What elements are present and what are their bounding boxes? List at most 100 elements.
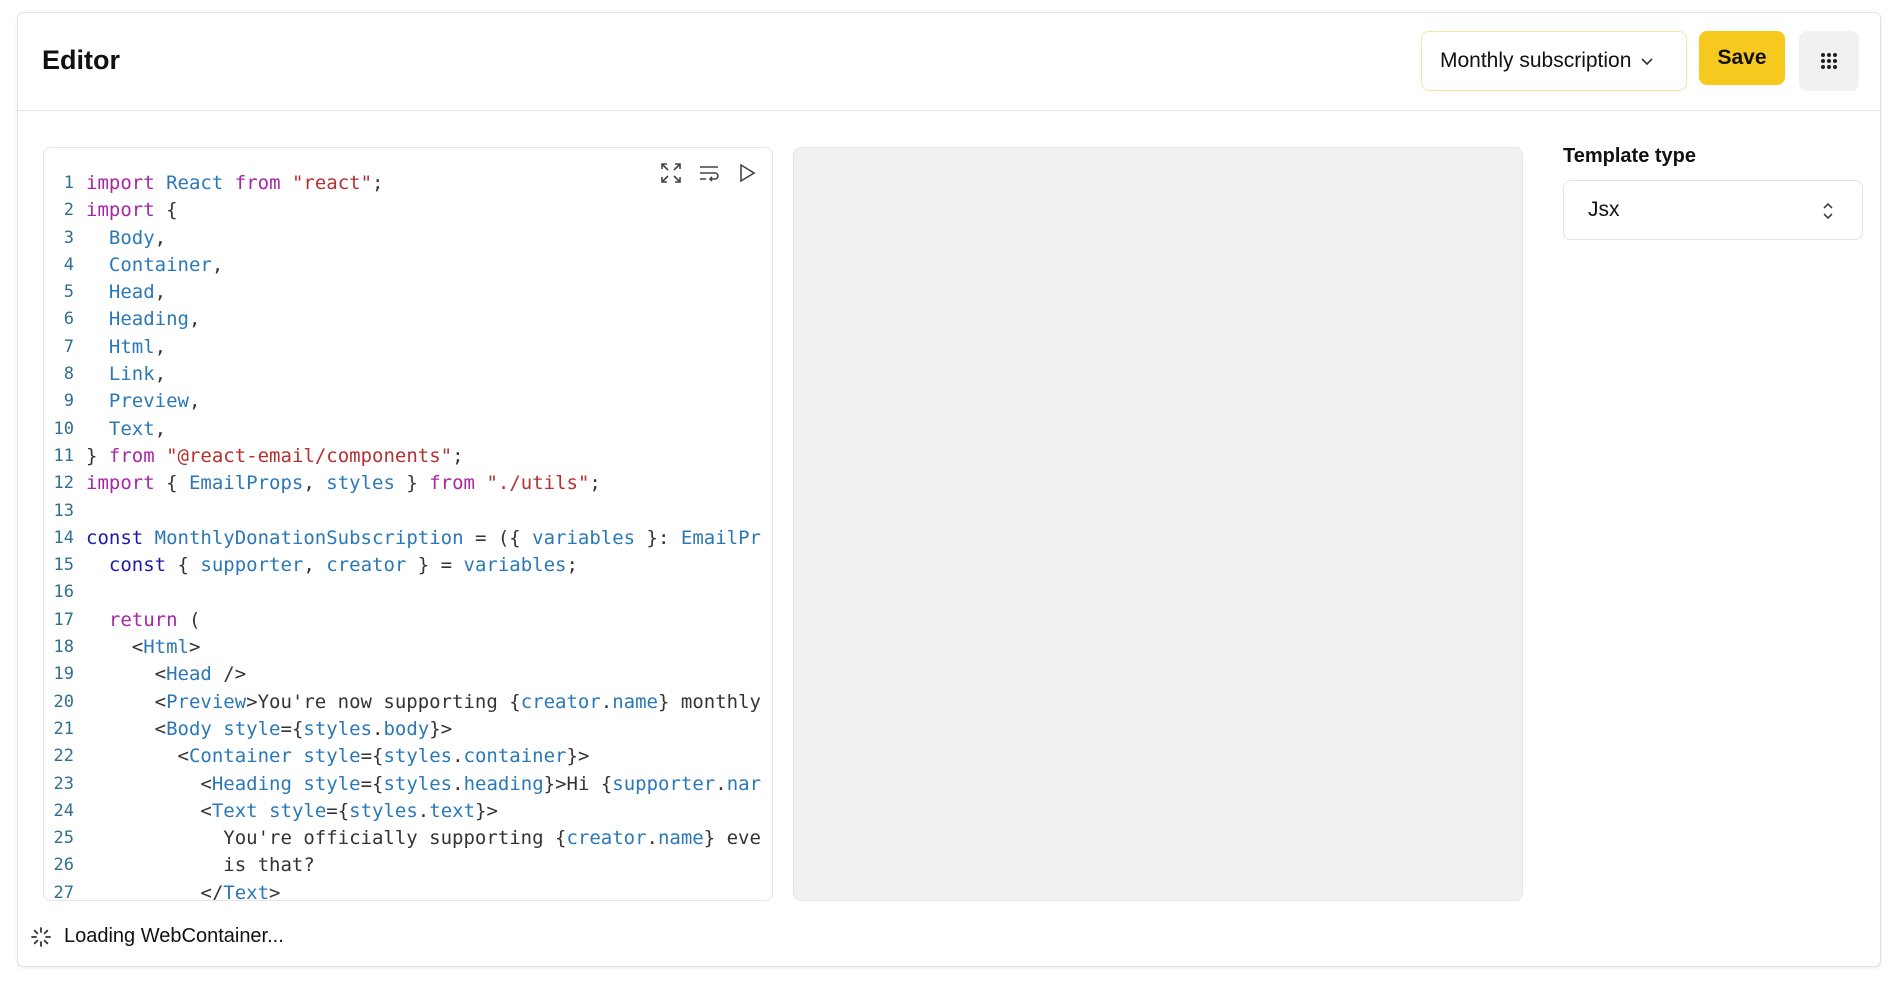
- code-token: Heading: [211, 772, 292, 795]
- code-line[interactable]: 23 <Heading style={styles.heading}>Hi {s…: [44, 771, 772, 798]
- code-line[interactable]: 9 Preview,: [44, 388, 772, 415]
- code-line[interactable]: 21 <Body style={styles.body}>: [44, 716, 772, 743]
- code-token: (: [177, 608, 201, 631]
- code-token: </: [86, 881, 224, 900]
- code-editor[interactable]: 1 import React from "react"; 2 import {3 Bo…: [43, 147, 773, 901]
- wrap-text-icon[interactable]: [696, 160, 722, 186]
- code-line[interactable]: 6 Heading,: [44, 306, 772, 333]
- code-text: return (: [86, 607, 201, 634]
- line-number: 18: [53, 637, 74, 658]
- line-number: 1: [63, 173, 74, 193]
- code-line[interactable]: 15 const { supporter, creator } = variab…: [44, 552, 772, 579]
- status-text: Loading WebContainer...: [64, 925, 284, 947]
- code-line[interactable]: 4 Container,: [44, 252, 772, 279]
- code-line[interactable]: 13: [44, 498, 772, 525]
- preview-pane: [793, 147, 1523, 901]
- code-line[interactable]: 26 is that?: [44, 852, 772, 879]
- editor-card: Editor Monthly subscription Save 1 impor…: [17, 12, 1881, 967]
- code-line[interactable]: 2 import {: [44, 197, 772, 224]
- code-token: Body: [166, 717, 212, 740]
- code-token: variables: [463, 554, 567, 577]
- code-token: .: [452, 772, 464, 795]
- code-text: <Text style={styles.text}>: [86, 798, 498, 825]
- template-type-select[interactable]: Jsx: [1563, 180, 1863, 240]
- code-line[interactable]: 5 Head,: [44, 279, 772, 306]
- code-line[interactable]: 8 Link,: [44, 361, 772, 388]
- code-text: <Preview>You're now supporting {creator.…: [86, 689, 761, 716]
- code-token: ,: [154, 335, 167, 358]
- code-token: EmailProps: [188, 472, 304, 495]
- code-line[interactable]: 16: [44, 579, 772, 606]
- line-number: 2: [63, 200, 74, 221]
- code-token: }>: [429, 717, 453, 740]
- code-text: is that?: [86, 852, 315, 879]
- code-line[interactable]: 7 Html,: [44, 334, 772, 361]
- template-dropdown[interactable]: Monthly subscription: [1421, 31, 1687, 91]
- code-token: Heading: [108, 308, 189, 331]
- expand-icon[interactable]: [658, 160, 684, 186]
- code-token: }: [394, 472, 430, 495]
- code-line[interactable]: 18 <Html>: [44, 634, 772, 661]
- code-token: }>Hi {: [543, 772, 613, 795]
- code-line[interactable]: 24 <Text style={styles.text}>: [44, 798, 772, 825]
- code-line[interactable]: 27 </Text>: [44, 880, 772, 900]
- code-token: ,: [154, 417, 167, 440]
- code-token: ;: [566, 554, 578, 577]
- code-token: <: [86, 745, 189, 768]
- template-type-value: Jsx: [1588, 198, 1620, 221]
- code-line[interactable]: 11} from "@react-email/components";: [44, 443, 772, 470]
- code-token: Html: [143, 636, 189, 659]
- code-token: {: [166, 554, 201, 577]
- code-token: container: [463, 745, 567, 768]
- line-number: 15: [53, 555, 74, 576]
- code-token: } eve: [703, 827, 761, 850]
- code-token: EmailPr: [680, 526, 761, 549]
- code-text: <Container style={styles.container}>: [86, 743, 590, 770]
- code-line[interactable]: 14 const MonthlyDonationSubscription = ({…: [44, 525, 772, 552]
- code-area[interactable]: 1 import React from "react"; 2 import {3 Bo…: [44, 170, 772, 900]
- line-number: 14: [53, 527, 74, 548]
- code-line[interactable]: 25 You're officially supporting {creator…: [44, 825, 772, 852]
- code-line[interactable]: 10 Text,: [44, 416, 772, 443]
- grid-menu-button[interactable]: [1799, 31, 1859, 91]
- code-token: ,: [211, 253, 224, 276]
- code-token: ={: [326, 799, 350, 822]
- code-line[interactable]: 12 import { EmailProps, styles } from "./…: [44, 470, 772, 497]
- code-token: ,: [154, 226, 167, 249]
- code-token: You're officially supporting {: [86, 827, 567, 850]
- code-token: ;: [589, 472, 601, 495]
- code-line[interactable]: 3 Body,: [44, 225, 772, 252]
- code-text: Link,: [86, 361, 166, 388]
- code-token: name: [657, 827, 704, 850]
- code-line[interactable]: 19 <Head />: [44, 661, 772, 688]
- code-line[interactable]: 20 <Preview>You're now supporting {creat…: [44, 689, 772, 716]
- code-token: return: [108, 608, 178, 631]
- code-token: React: [166, 172, 224, 194]
- code-token: >You're now supporting {: [246, 690, 521, 713]
- code-token: creator: [566, 827, 647, 850]
- code-token: import: [86, 199, 155, 222]
- code-text: import {: [86, 197, 178, 224]
- save-button[interactable]: Save: [1699, 31, 1785, 85]
- code-token: MonthlyDonationSubscription: [154, 526, 464, 549]
- run-icon[interactable]: [734, 160, 760, 186]
- code-token: import: [86, 472, 155, 495]
- code-token: ,: [154, 281, 167, 304]
- grid-dots-icon: [1821, 53, 1837, 69]
- code-token: ;: [452, 444, 464, 467]
- code-token: .: [600, 690, 613, 713]
- code-line[interactable]: 17 return (: [44, 607, 772, 634]
- line-number: 27: [53, 882, 74, 900]
- code-token: variables: [532, 526, 636, 549]
- code-line[interactable]: 22 <Container style={styles.container}>: [44, 743, 772, 770]
- code-token: Text: [211, 799, 258, 822]
- code-text: </Text>: [86, 880, 280, 900]
